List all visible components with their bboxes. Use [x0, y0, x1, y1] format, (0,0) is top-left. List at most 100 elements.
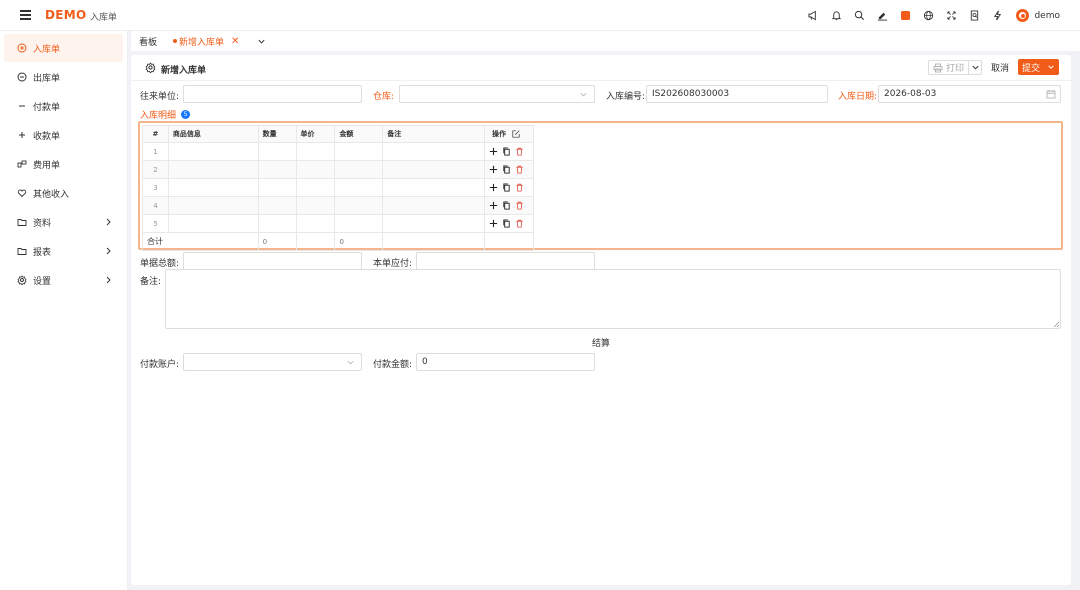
price-cell[interactable]	[295, 142, 336, 161]
product-cell[interactable]	[167, 196, 259, 215]
chevron-down-icon[interactable]	[255, 35, 267, 47]
sum-amount: 0	[334, 232, 384, 251]
table-row[interactable]: 2	[142, 160, 535, 179]
qty-cell[interactable]	[257, 160, 297, 179]
sidebar-item-outbound[interactable]: 出库单	[4, 63, 123, 91]
minus-circle-icon	[16, 72, 27, 83]
amount-cell[interactable]	[334, 160, 384, 179]
delete-icon[interactable]	[515, 219, 524, 228]
submit-button[interactable]: 提交	[1018, 59, 1059, 75]
active-dot-icon	[173, 39, 178, 43]
delete-icon[interactable]	[515, 147, 524, 156]
megaphone-icon[interactable]	[805, 8, 821, 24]
tab-new-inbound[interactable]: 新增入库单 ✕	[165, 31, 247, 51]
qty-cell[interactable]	[257, 214, 297, 233]
qty-cell[interactable]	[257, 196, 297, 215]
search-icon[interactable]	[851, 8, 867, 24]
warehouse-select[interactable]	[399, 85, 595, 103]
app-logo[interactable]: DEMO	[45, 8, 87, 22]
menu-toggle-icon[interactable]	[20, 10, 31, 20]
add-row-icon[interactable]	[489, 201, 498, 210]
sidebar-item-reports[interactable]: 报表	[4, 237, 123, 265]
sidebar-item-payment[interactable]: 付款单	[4, 92, 123, 120]
fullscreen-icon[interactable]	[943, 8, 959, 24]
pay-amount-label: 付款金额:	[373, 360, 413, 370]
detail-section-link[interactable]: 入库明细 5	[140, 108, 191, 121]
remark-cell[interactable]	[382, 196, 485, 215]
pay-amount-input[interactable]: 0	[416, 353, 595, 371]
copy-icon[interactable]	[502, 201, 511, 210]
add-row-icon[interactable]	[489, 147, 498, 156]
account-select[interactable]	[183, 353, 362, 371]
sidebar-item-data[interactable]: 资料	[4, 208, 123, 236]
price-cell[interactable]	[295, 214, 336, 233]
edit-icon[interactable]	[512, 130, 520, 138]
section-label: 入库明细	[140, 111, 177, 121]
add-row-icon[interactable]	[489, 183, 498, 192]
remark-label: 备注:	[140, 277, 162, 287]
close-icon[interactable]: ✕	[231, 36, 239, 47]
product-cell[interactable]	[167, 142, 259, 161]
header-toolbar: demo	[805, 0, 1080, 31]
copy-icon[interactable]	[502, 165, 511, 174]
qty-cell[interactable]	[257, 142, 297, 161]
sidebar-item-other-income[interactable]: 其他收入	[4, 179, 123, 207]
payable-input[interactable]	[416, 252, 595, 270]
date-picker[interactable]: 2026-08-03	[878, 85, 1061, 103]
avatar	[1016, 9, 1030, 22]
globe-icon[interactable]	[920, 8, 936, 24]
delete-icon[interactable]	[515, 201, 524, 210]
amount-cell[interactable]	[334, 142, 384, 161]
remark-cell[interactable]	[382, 142, 485, 161]
copy-icon[interactable]	[502, 183, 511, 192]
col-header-qty: 数量	[257, 125, 297, 143]
add-row-icon[interactable]	[489, 219, 498, 228]
delete-icon[interactable]	[515, 183, 524, 192]
sidebar-item-settings[interactable]: 设置	[4, 266, 123, 294]
sidebar-item-label: 资料	[33, 218, 52, 229]
remark-cell[interactable]	[382, 160, 485, 179]
table-row[interactable]: 5	[142, 214, 535, 233]
product-cell[interactable]	[167, 178, 259, 197]
price-cell[interactable]	[295, 178, 336, 197]
chevron-down-icon[interactable]	[971, 63, 980, 72]
chevron-down-icon[interactable]	[1047, 63, 1055, 71]
copy-icon[interactable]	[502, 219, 511, 228]
table-row[interactable]: 3	[142, 178, 535, 197]
remark-cell[interactable]	[382, 178, 485, 197]
product-cell[interactable]	[167, 214, 259, 233]
print-button[interactable]: 打印	[928, 60, 982, 75]
bolt-icon[interactable]	[989, 8, 1005, 24]
code-input[interactable]: IS202608030003	[646, 85, 828, 103]
sidebar-item-inbound[interactable]: 入库单	[4, 34, 123, 62]
count-badge: 5	[181, 110, 191, 119]
qty-cell[interactable]	[257, 178, 297, 197]
partner-input[interactable]	[183, 85, 362, 103]
remark-cell[interactable]	[382, 214, 485, 233]
amount-cell[interactable]	[334, 214, 384, 233]
tab-dashboard[interactable]: 看板	[131, 31, 165, 51]
doc-search-icon[interactable]	[966, 8, 982, 24]
edit-line-icon[interactable]	[874, 8, 890, 24]
amount-cell[interactable]	[334, 196, 384, 215]
price-cell[interactable]	[295, 196, 336, 215]
printer-icon	[933, 63, 943, 72]
add-row-icon[interactable]	[489, 165, 498, 174]
copy-icon[interactable]	[502, 147, 511, 156]
delete-icon[interactable]	[515, 165, 524, 174]
bell-icon[interactable]	[828, 8, 844, 24]
sidebar-item-receipt[interactable]: 收款单	[4, 121, 123, 149]
user-menu[interactable]: demo	[1016, 9, 1060, 22]
resize-handle-icon[interactable]	[1053, 321, 1059, 327]
cancel-button[interactable]: 取消	[987, 60, 1013, 75]
date-label: 入库日期:	[838, 92, 878, 102]
total-input[interactable]	[183, 252, 362, 270]
table-row[interactable]: 1	[142, 142, 535, 161]
remark-textarea[interactable]	[165, 269, 1061, 329]
table-row[interactable]: 4	[142, 196, 535, 215]
product-cell[interactable]	[167, 160, 259, 179]
price-cell[interactable]	[295, 160, 336, 179]
sidebar-item-expense[interactable]: 费用单	[4, 150, 123, 178]
amount-cell[interactable]	[334, 178, 384, 197]
theme-color-icon[interactable]	[897, 8, 913, 24]
